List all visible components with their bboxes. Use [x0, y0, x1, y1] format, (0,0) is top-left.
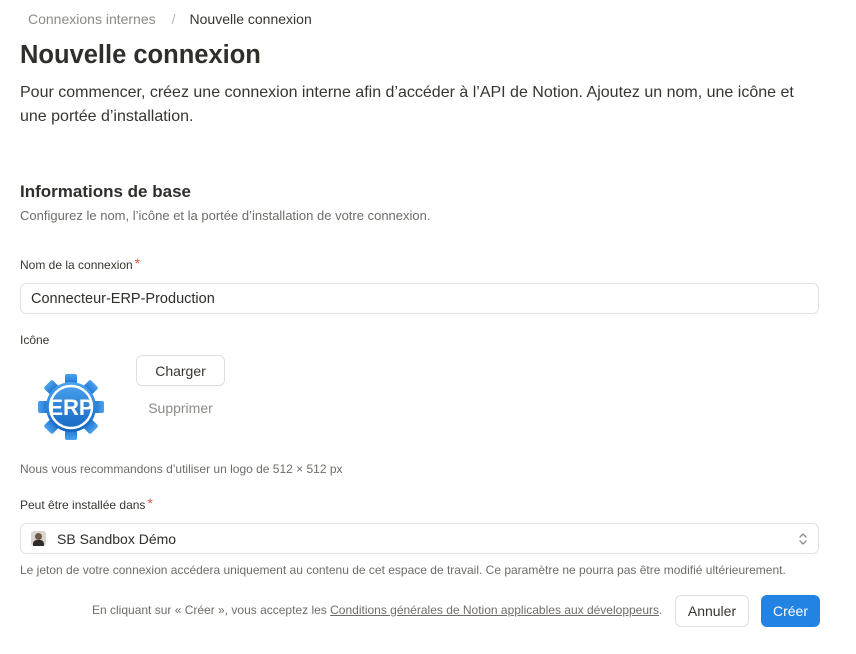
workspace-hint: Le jeton de votre connexion accédera uni… [20, 563, 786, 577]
terms-prefix: En cliquant sur « Créer », vous acceptez… [92, 603, 331, 617]
connection-name-input[interactable] [20, 283, 819, 314]
logo-text: ERP [48, 395, 93, 420]
icon-label: Icône [20, 333, 50, 347]
icon-size-hint: Nous vous recommandons d’utiliser un log… [20, 462, 343, 476]
upload-icon-button[interactable]: Charger [136, 355, 225, 386]
required-asterisk: * [147, 495, 153, 511]
workspace-avatar [31, 531, 46, 546]
breadcrumb-current: Nouvelle connexion [189, 11, 312, 27]
create-button[interactable]: Créer [761, 595, 820, 627]
terms-notice: En cliquant sur « Créer », vous acceptez… [92, 603, 662, 617]
workspace-label: Peut être installée dans * [20, 495, 153, 512]
chevron-up-down-icon [799, 532, 807, 545]
remove-icon-button[interactable]: Supprimer [136, 396, 225, 420]
workspace-select-value: SB Sandbox Démo [57, 530, 177, 547]
workspace-select[interactable]: SB Sandbox Démo [20, 523, 819, 554]
required-asterisk: * [134, 255, 141, 271]
breadcrumb-parent-link[interactable]: Connexions internes [28, 11, 156, 27]
connection-icon-preview: ERP [34, 372, 108, 442]
terms-suffix: . [659, 603, 663, 617]
page-title: Nouvelle connexion [20, 41, 261, 69]
section-subtitle: Configurez le nom, l’icône et la portée … [20, 208, 431, 223]
cancel-button[interactable]: Annuler [675, 595, 749, 627]
workspace-label-text: Peut être installée dans [20, 498, 146, 512]
breadcrumb: Connexions internes / Nouvelle connexion [28, 11, 312, 27]
gear-icon: ERP [38, 374, 104, 440]
page-intro: Pour commencer, créez une connexion inte… [20, 84, 794, 125]
breadcrumb-separator: / [171, 11, 176, 27]
connection-name-label-text: Nom de la connexion [20, 258, 133, 272]
section-title: Informations de base [20, 182, 191, 201]
connection-name-label: Nom de la connexion * [20, 255, 141, 272]
terms-link[interactable]: Conditions générales de Notion applicabl… [330, 603, 659, 617]
